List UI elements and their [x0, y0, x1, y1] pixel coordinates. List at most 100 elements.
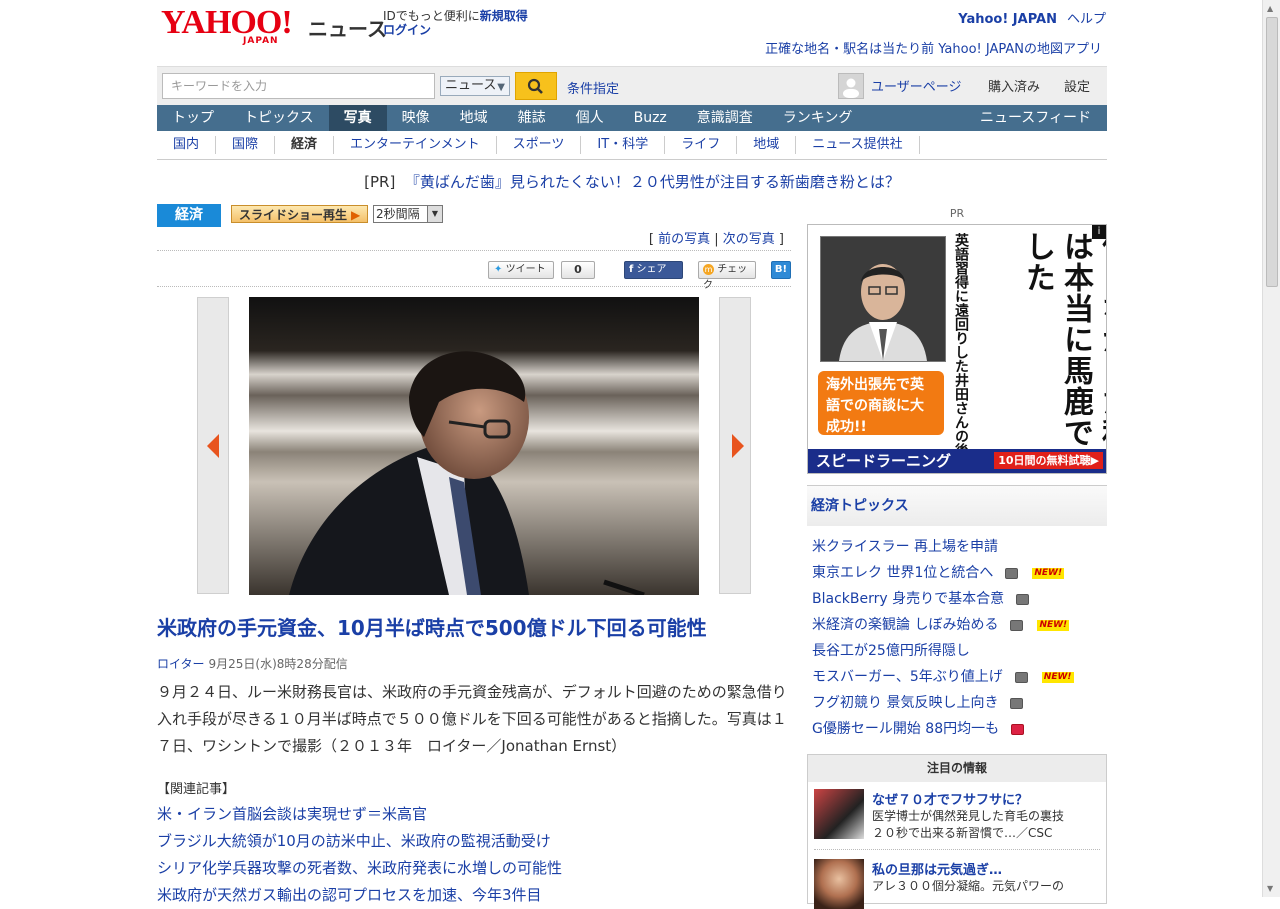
- login-link[interactable]: ログイン: [383, 23, 431, 37]
- subnav-item-life[interactable]: ライフ: [665, 136, 738, 154]
- ad-subcopy: 英語習得に遠回りした井田さんの後悔: [953, 233, 969, 471]
- topic-link[interactable]: G優勝セール開始 88円均一も: [812, 721, 999, 737]
- avatar[interactable]: [838, 73, 864, 99]
- pr-label: [PR]: [364, 173, 396, 191]
- topic-item[interactable]: モスバーガー、5年ぶり値上げ NEW!: [812, 664, 1107, 690]
- nav-item-news-feed[interactable]: ニュースフィード: [965, 105, 1107, 131]
- prev-photo-arrow[interactable]: [197, 297, 229, 594]
- related-link[interactable]: 米政府が天然ガス輸出の認可プロセスを加速、今年3件目: [157, 882, 562, 909]
- topic-item[interactable]: 米経済の楽観論 しぼみ始める NEW!: [812, 612, 1107, 638]
- next-photo-arrow[interactable]: [719, 297, 751, 594]
- photo-pager: [ 前の写真 | 次の写真 ]: [648, 232, 784, 247]
- mixi-check-button[interactable]: m チェック: [698, 261, 756, 291]
- twitter-icon: ✦: [494, 264, 503, 275]
- facebook-share-button[interactable]: f シェア: [624, 261, 683, 279]
- scrollbar[interactable]: ▲ ▼: [1262, 0, 1280, 897]
- search-button[interactable]: [515, 72, 557, 100]
- next-photo-link[interactable]: 次の写真: [723, 232, 775, 247]
- topic-item[interactable]: フグ初競り 景気反映し上向き: [812, 690, 1107, 716]
- tweet-button[interactable]: ✦ ツイート: [488, 261, 554, 279]
- article-title[interactable]: 米政府の手元資金、10月半ば時点で500億ドル下回る可能性: [157, 612, 707, 641]
- nav-item-buzz[interactable]: Buzz: [619, 105, 682, 131]
- nav-item-magazine[interactable]: 雑誌: [503, 105, 561, 131]
- related-link[interactable]: シリア化学兵器攻撃の死者数、米政府発表に水増しの可能性: [157, 855, 562, 882]
- nav-item-ranking[interactable]: ランキング: [768, 105, 868, 131]
- interval-select[interactable]: 2秒間隔 ▼: [373, 205, 443, 223]
- subnav-item-international[interactable]: 国際: [216, 136, 276, 154]
- hatena-bookmark-button[interactable]: B!: [771, 261, 791, 279]
- attention-item-title[interactable]: なぜ７０才でフサフサに？: [872, 789, 1028, 808]
- yahoo-logo[interactable]: YAHOO! JAPAN: [161, 6, 301, 48]
- source-link[interactable]: ロイター: [157, 657, 205, 671]
- advanced-search-link[interactable]: 条件指定: [567, 78, 619, 97]
- topic-item[interactable]: G優勝セール開始 88円均一も: [812, 716, 1107, 742]
- subnav-item-it-science[interactable]: IT・科学: [581, 136, 666, 154]
- top-links: Yahoo! JAPAN ヘルプ: [948, 8, 1106, 27]
- pr-text-ad[interactable]: [PR] 『黄ばんだ歯』見られたくない！２０代男性が注目する新歯磨き粉とは？: [157, 171, 1107, 192]
- scrollbar-thumb[interactable]: [1266, 17, 1278, 287]
- topic-link[interactable]: 米経済の楽観論 しぼみ始める: [812, 617, 998, 633]
- service-name[interactable]: ニュース: [308, 13, 387, 42]
- info-icon[interactable]: i: [1092, 225, 1106, 239]
- nav-item-local[interactable]: 地域: [445, 105, 503, 131]
- news-photo[interactable]: [249, 297, 699, 595]
- subnav-item-domestic[interactable]: 国内: [157, 136, 217, 154]
- search-scope-select[interactable]: ニュース ▼: [440, 76, 510, 96]
- scroll-up-icon[interactable]: ▲: [1267, 4, 1273, 13]
- ad-portrait: [820, 236, 946, 362]
- slideshow-button[interactable]: スライドショー再生 ▶: [231, 205, 368, 223]
- subnav-item-local[interactable]: 地域: [737, 136, 797, 154]
- nav-item-video[interactable]: 映像: [387, 105, 445, 131]
- article-body: ９月２４日、ルー米財務長官は、米政府の手元資金残高が、デフォルト回避のための緊急…: [157, 683, 787, 755]
- purchased-link[interactable]: 購入済み: [988, 76, 1040, 95]
- help-link[interactable]: ヘルプ: [1067, 12, 1106, 27]
- camera-icon: [1005, 567, 1019, 579]
- scroll-down-icon[interactable]: ▼: [1267, 884, 1273, 893]
- pr-ad-link[interactable]: 『黄ばんだ歯』見られたくない！２０代男性が注目する新歯磨き粉とは？: [405, 173, 900, 191]
- share-label: シェア: [636, 264, 667, 275]
- divider: [157, 286, 791, 287]
- tweet-label: ツイート: [505, 264, 546, 275]
- related-list: 米・イラン首脳会談は実現せず＝米高官 ブラジル大統領が10月の訪米中止、米政府の…: [157, 801, 562, 909]
- category-badge: 経済: [157, 204, 221, 227]
- nav-item-personal[interactable]: 個人: [561, 105, 619, 131]
- sub-nav: 国内 国際 経済 エンターテインメント スポーツ IT・科学 ライフ 地域 ニュ…: [157, 131, 1107, 160]
- topic-link[interactable]: 長谷工が25億円所得隠し: [812, 643, 970, 659]
- nav-item-topics[interactable]: トピックス: [229, 105, 329, 131]
- search-input[interactable]: キーワードを入力: [162, 73, 435, 99]
- topic-link[interactable]: BlackBerry 身売りで基本合意: [812, 591, 1004, 607]
- topic-link[interactable]: フグ初競り 景気反映し上向き: [812, 695, 998, 711]
- topic-item[interactable]: BlackBerry 身売りで基本合意: [812, 586, 1107, 612]
- yahoo-japan-link[interactable]: Yahoo! JAPAN: [958, 12, 1057, 27]
- topic-link[interactable]: 東京エレク 世界1位と統合へ: [812, 565, 993, 581]
- display-ad[interactable]: 英語習得に遠回りした井田さんの後悔 聞き流すだけで英語が話せると信じなかった私は…: [807, 224, 1107, 474]
- topic-item[interactable]: 米クライスラー 再上場を申請: [812, 534, 1107, 560]
- attention-thumbnail: [814, 859, 864, 909]
- user-page-link[interactable]: ユーザーページ: [871, 76, 961, 95]
- topic-item[interactable]: 東京エレク 世界1位と統合へ NEW!: [812, 560, 1107, 586]
- main-nav: トップ トピックス 写真 映像 地域 雑誌 個人 Buzz 意識調査 ランキング…: [157, 105, 1107, 131]
- map-app-promo[interactable]: 正確な地名・駅名は当たり前 Yahoo! JAPANの地図アプリ: [765, 38, 1102, 57]
- register-link[interactable]: 新規取得: [480, 9, 528, 23]
- related-link[interactable]: 米・イラン首脳会談は実現せず＝米高官: [157, 801, 562, 828]
- article-meta: ロイター 9月25日(水)8時28分配信: [157, 655, 348, 672]
- logo-sub: JAPAN: [243, 36, 279, 46]
- prev-photo-link[interactable]: 前の写真: [658, 232, 710, 247]
- settings-link[interactable]: 設定: [1064, 76, 1090, 95]
- topics-title[interactable]: 経済トピックス: [807, 485, 1107, 526]
- topic-link[interactable]: 米クライスラー 再上場を申請: [812, 539, 998, 555]
- topic-link[interactable]: モスバーガー、5年ぶり値上げ: [812, 669, 1003, 685]
- related-link[interactable]: ブラジル大統領が10月の訪米中止、米政府の監視活動受け: [157, 828, 562, 855]
- nav-item-top[interactable]: トップ: [157, 105, 229, 131]
- nav-item-photo[interactable]: 写真: [328, 105, 387, 131]
- subnav-item-providers[interactable]: ニュース提供社: [796, 136, 920, 154]
- attention-item-title[interactable]: 私の旦那は元気過ぎ…: [872, 859, 1002, 878]
- nav-item-survey[interactable]: 意識調査: [682, 105, 768, 131]
- ad-cta[interactable]: 10日間の無料試聴▶: [994, 452, 1103, 469]
- topic-item[interactable]: 長谷工が25億円所得隠し: [812, 638, 1107, 664]
- camera-icon: [1010, 619, 1024, 631]
- subnav-item-entertainment[interactable]: エンターテインメント: [334, 136, 497, 154]
- divider: [157, 250, 791, 251]
- subnav-item-economy[interactable]: 経済: [275, 136, 335, 154]
- subnav-item-sports[interactable]: スポーツ: [497, 136, 582, 154]
